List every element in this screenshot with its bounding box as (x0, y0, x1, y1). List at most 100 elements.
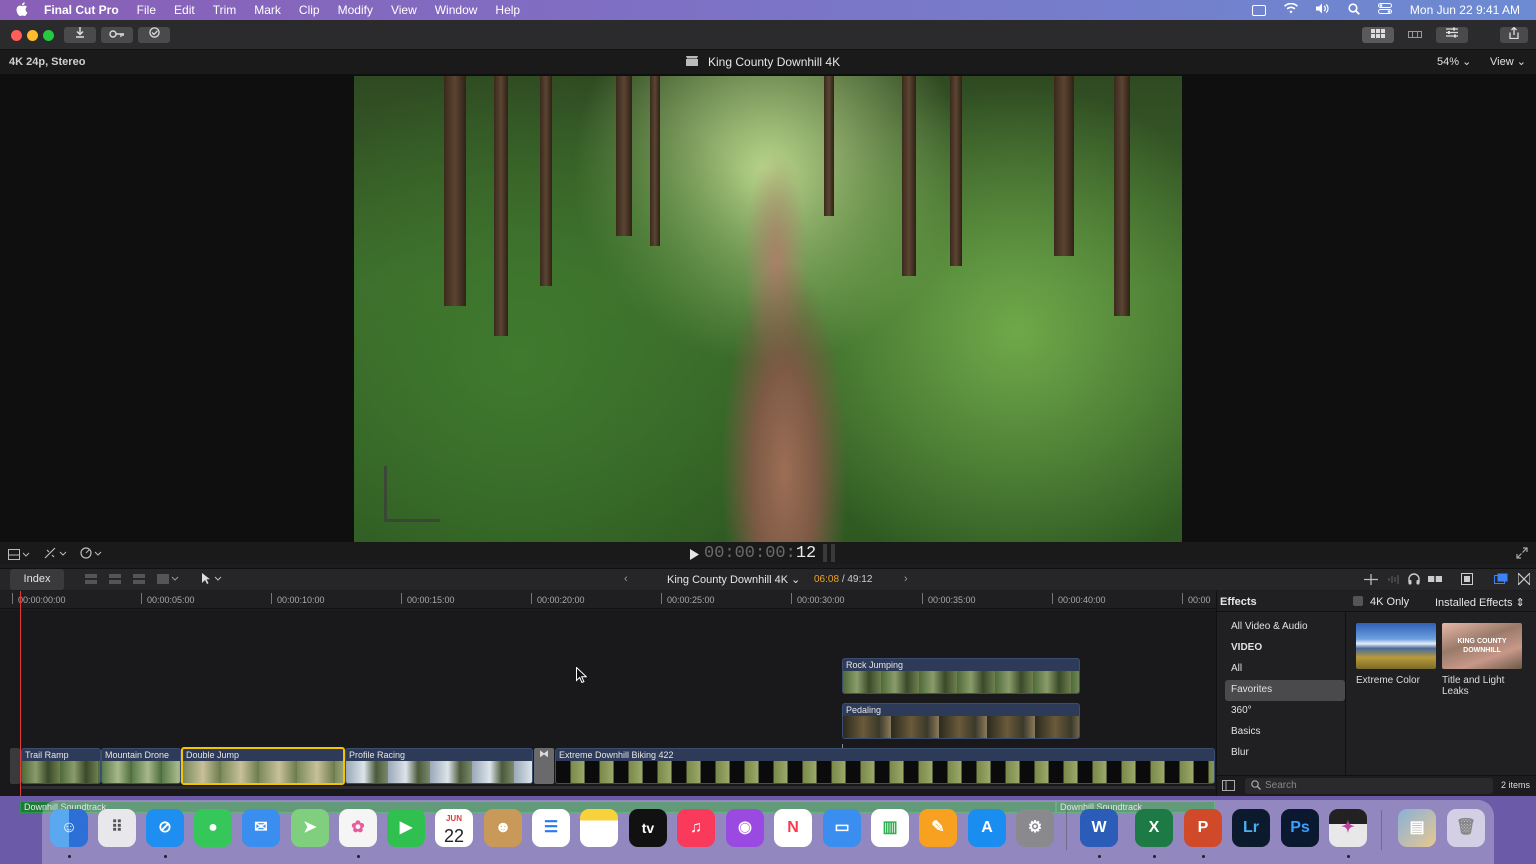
timecode-display[interactable]: 00:00:00:12 (704, 544, 816, 563)
menu-help[interactable]: Help (495, 3, 520, 17)
launchpad-icon[interactable]: ⠿ (98, 809, 136, 847)
music-icon[interactable]: ♫ (677, 809, 715, 847)
viewer[interactable] (0, 74, 1536, 542)
fullscreen-viewer-icon[interactable] (1516, 546, 1528, 564)
close-window-button[interactable] (11, 30, 22, 41)
keynote-icon[interactable]: ▭ (823, 809, 861, 847)
microsoft-powerpoint-icon[interactable]: P (1184, 809, 1222, 847)
facetime-icon[interactable]: ▶ (387, 809, 425, 847)
podcasts-icon[interactable]: ◉ (726, 809, 764, 847)
audio-meters-icon[interactable] (822, 544, 838, 567)
downloads-stack-icon[interactable]: ▤ (1398, 809, 1436, 847)
system-preferences-gear-icon[interactable]: ⚙ (1016, 809, 1054, 847)
category-blur[interactable]: Blur (1225, 743, 1345, 764)
gap-clip[interactable] (10, 748, 20, 784)
timeline-index-button[interactable]: Index (10, 569, 64, 590)
reminders-icon[interactable]: ☰ (532, 809, 570, 847)
history-back-icon[interactable]: ‹ (624, 573, 628, 585)
news-icon[interactable]: N (774, 809, 812, 847)
effects-search-input[interactable]: Search (1245, 778, 1493, 794)
transition-cross-dissolve[interactable]: ⧓ (534, 748, 554, 784)
clip-mountain-drone[interactable]: Mountain Drone (101, 748, 181, 784)
effect-extreme-color[interactable]: Extreme Color (1356, 623, 1436, 686)
menu-clip[interactable]: Clip (299, 3, 320, 17)
share-button[interactable] (1500, 26, 1528, 43)
zoom-level-popup[interactable]: 54% ⌄ (1437, 55, 1471, 68)
clip-extreme-downhill-biking-422[interactable]: Extreme Downhill Biking 422 (555, 748, 1215, 784)
menu-trim[interactable]: Trim (213, 3, 237, 17)
connect-clip-icon[interactable] (84, 573, 98, 588)
clip-appearance-icon[interactable] (8, 547, 30, 565)
final-cut-pro-icon[interactable]: ✦ (1329, 809, 1367, 847)
timeline[interactable]: Rock Jumping Pedaling Trail Ramp Mountai… (0, 610, 1216, 813)
maps-icon[interactable]: ➤ (291, 809, 329, 847)
background-tasks-button[interactable] (138, 27, 170, 43)
retime-speedometer-icon[interactable] (80, 546, 104, 564)
menu-modify[interactable]: Modify (338, 3, 373, 17)
numbers-icon[interactable]: ▥ (871, 809, 909, 847)
menu-file[interactable]: File (137, 3, 156, 17)
history-forward-icon[interactable]: › (904, 573, 908, 585)
finder-icon[interactable]: ☺ (50, 809, 88, 847)
menubar-clock[interactable]: Mon Jun 22 9:41 AM (1410, 3, 1520, 17)
pages-icon[interactable]: ✎ (919, 809, 957, 847)
clip-trail-ramp[interactable]: Trail Ramp (21, 748, 101, 784)
notes-icon[interactable] (580, 809, 618, 847)
connected-clip-rock-jumping[interactable]: Rock Jumping (842, 658, 1080, 694)
sidebar-toggle-icon[interactable] (1222, 780, 1235, 794)
photoshop-icon[interactable]: Ps (1281, 809, 1319, 847)
microsoft-excel-icon[interactable]: X (1135, 809, 1173, 847)
photos-icon[interactable]: ✿ (339, 809, 377, 847)
overwrite-clip-icon[interactable] (156, 573, 180, 588)
connected-clip-pedaling[interactable]: Pedaling (842, 703, 1080, 739)
clip-double-jump-selected[interactable]: Double Jump (181, 747, 345, 785)
menu-edit[interactable]: Edit (174, 3, 195, 17)
video-frame-forest-trail[interactable] (354, 76, 1182, 542)
installed-effects-popup[interactable]: Installed Effects ⇕ (1435, 596, 1525, 609)
volume-icon[interactable] (1315, 3, 1330, 17)
menu-window[interactable]: Window (435, 3, 478, 17)
clip-profile-racing[interactable]: Profile Racing (345, 748, 533, 784)
apple-menu-icon[interactable] (0, 1, 44, 19)
messages-icon[interactable]: ● (194, 809, 232, 847)
apple-tv-icon[interactable]: tv (629, 809, 667, 847)
minimize-window-button[interactable] (27, 30, 38, 41)
category-360[interactable]: 360° (1225, 701, 1345, 722)
timeline-ruler[interactable]: 00:00:00:00 00:00:05:00 00:00:10:00 00:0… (0, 591, 1216, 609)
select-tool-arrow-icon[interactable] (200, 573, 224, 588)
show-browser-button[interactable] (1362, 27, 1394, 43)
zoom-window-button[interactable] (43, 30, 54, 41)
wifi-icon[interactable] (1283, 2, 1298, 17)
keywords-button[interactable] (101, 27, 133, 43)
timeline-project-popup[interactable]: King County Downhill 4K ⌄ (667, 573, 800, 586)
category-favorites[interactable]: Favorites (1225, 680, 1345, 701)
menu-final-cut-pro[interactable]: Final Cut Pro (44, 3, 119, 17)
microsoft-word-icon[interactable]: W (1080, 809, 1118, 847)
playhead[interactable] (20, 591, 21, 796)
category-all-video-audio[interactable]: All Video & Audio (1225, 617, 1345, 638)
transitions-browser-icon[interactable] (1517, 571, 1531, 588)
menu-view[interactable]: View (391, 3, 417, 17)
menu-mark[interactable]: Mark (254, 3, 281, 17)
audio-skimming-icon[interactable] (1388, 574, 1400, 588)
append-clip-icon[interactable] (132, 573, 146, 588)
effect-title-and-light-leaks[interactable]: KING COUNTY DOWNHILL Title and Light Lea… (1442, 623, 1522, 697)
insert-clip-icon[interactable] (108, 573, 122, 588)
spotlight-search-icon[interactable] (1348, 2, 1360, 18)
clip-appearance-filmstrip-icon[interactable] (1461, 573, 1473, 588)
show-inspector-button[interactable] (1436, 27, 1468, 43)
view-options-popup[interactable]: View ⌄ (1490, 55, 1526, 68)
category-basics[interactable]: Basics (1225, 722, 1345, 743)
transform-tools-icon[interactable] (44, 546, 68, 564)
control-center-icon[interactable] (1377, 3, 1392, 17)
import-media-button[interactable] (64, 27, 96, 43)
show-browser-effects-icon[interactable] (1494, 573, 1508, 588)
calendar-icon[interactable]: JUN 22 (435, 809, 473, 847)
screen-mirroring-icon[interactable] (1251, 4, 1266, 16)
category-all[interactable]: All (1225, 659, 1345, 680)
headphones-icon[interactable] (1408, 573, 1420, 588)
video-audio-skimming-icon[interactable] (1364, 574, 1378, 588)
show-timeline-button[interactable] (1399, 27, 1431, 43)
lightroom-icon[interactable]: Lr (1232, 809, 1270, 847)
contacts-icon[interactable]: ☻ (484, 809, 522, 847)
